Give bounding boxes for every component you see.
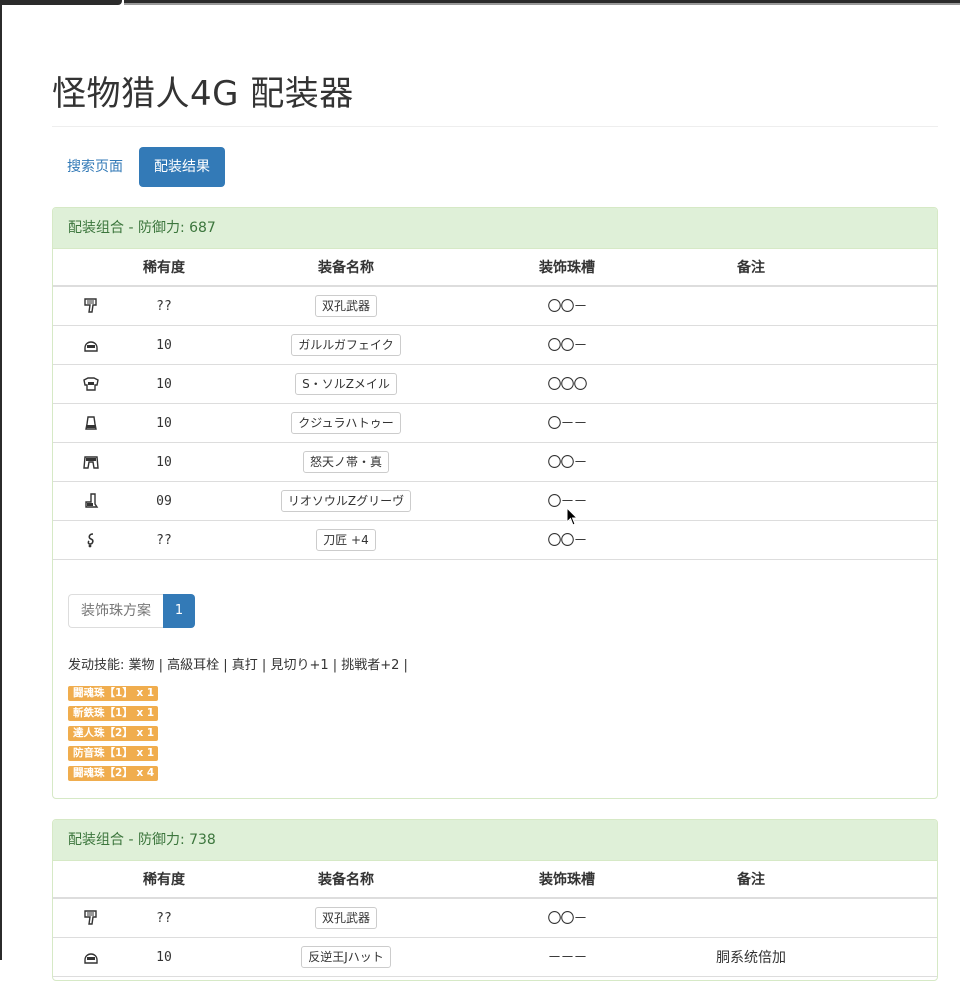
nav-search-page[interactable]: 搜索页面: [52, 147, 138, 187]
table-row: 10 S・ソルZメイル 〇〇〇: [53, 364, 937, 404]
table-row: ?? 双孔武器 〇〇－: [53, 286, 937, 326]
rarity-cell: ??: [129, 898, 199, 938]
header-icon: [53, 861, 129, 899]
legs-icon: [85, 493, 99, 508]
rarity-cell: 10: [129, 937, 199, 977]
rarity-cell: 09: [129, 481, 199, 521]
table-row: 09 リオソウルZグリーヴ 〇－－: [53, 481, 937, 521]
jewel-list: 闘魂珠【1】 x 1 斬鉄珠【1】 x 1 達人珠【2】 x 1 防音珠【1】 …: [68, 686, 158, 786]
window-title-shadow: [124, 3, 960, 5]
note-cell: [641, 364, 861, 404]
table-row: 10 クジュラハトゥー 〇－－: [53, 403, 937, 443]
header-slots: 装饰珠槽: [493, 861, 641, 899]
jewel-plan-label: 装饰珠方案: [68, 594, 163, 628]
helmet-icon: [84, 953, 98, 964]
slot-cell: 〇〇〇: [493, 364, 641, 404]
equipment-name-button[interactable]: 反逆王Jハット: [301, 946, 391, 968]
slot-cell: －－－: [493, 937, 641, 977]
jewel-badge: 斬鉄珠【1】 x 1: [68, 706, 158, 721]
table-row: ?? 刀匠 +4 〇〇－: [53, 520, 937, 560]
equipment-table: 稀有度 装备名称 装饰珠槽 备注 ?? 双孔武器 〇〇－: [53, 249, 937, 560]
jewel-badge: 防音珠【1】 x 1: [68, 746, 158, 761]
waist-icon: [83, 456, 99, 469]
note-cell: [641, 325, 861, 365]
equipment-name-button[interactable]: 刀匠 +4: [316, 529, 376, 551]
table-row: 10 怒天ノ帯・真 〇〇－: [53, 442, 937, 482]
jewel-badge: 闘魂珠【2】 x 4: [68, 766, 158, 781]
mouse-cursor-icon: [566, 507, 578, 526]
header-empty: [861, 249, 937, 287]
header-note: 备注: [641, 861, 861, 899]
note-cell: [641, 520, 861, 560]
weapon-icon: [84, 910, 97, 925]
note-cell: [641, 898, 861, 938]
slot-cell: 〇－－: [493, 403, 641, 443]
rarity-cell: ??: [129, 286, 199, 326]
rarity-cell: ??: [129, 520, 199, 560]
note-cell: 胴系统倍加: [641, 937, 861, 977]
window-top-border: [0, 0, 960, 6]
window-left-border: [0, 0, 2, 960]
window-tab-corner: [0, 0, 122, 5]
jewel-plan-page-1[interactable]: 1: [163, 594, 195, 628]
jewel-badge: 達人珠【2】 x 1: [68, 726, 158, 741]
equipment-name-button[interactable]: リオソウルZグリーヴ: [280, 490, 412, 512]
table-header-row: 稀有度 装备名称 装饰珠槽 备注: [53, 249, 937, 287]
header-note: 备注: [641, 249, 861, 287]
header-rarity: 稀有度: [129, 861, 199, 899]
panel-heading: 配装组合 - 防御力: 687: [53, 208, 937, 249]
panel-heading: 配装组合 - 防御力: 738: [53, 820, 937, 861]
result-panel-1: 配装组合 - 防御力: 687 稀有度 装备名称 装饰珠槽 备注 ?? 双孔武器: [52, 207, 938, 799]
note-cell: [641, 481, 861, 521]
table-header-row: 稀有度 装备名称 装饰珠槽 备注: [53, 861, 937, 899]
equipment-name-button[interactable]: 双孔武器: [314, 295, 377, 317]
talisman-icon: [87, 533, 94, 548]
note-cell: [641, 442, 861, 482]
equipment-name-button[interactable]: ガルルガフェイク: [291, 334, 401, 356]
table-row: 10 反逆王Jハット －－－ 胴系统倍加: [53, 937, 937, 977]
equipment-name-button[interactable]: S・ソルZメイル: [295, 373, 397, 395]
header-icon: [53, 249, 129, 287]
chest-icon: [83, 377, 99, 391]
jewel-badge: 闘魂珠【1】 x 1: [68, 686, 158, 701]
result-panel-2: 配装组合 - 防御力: 738 稀有度 装备名称 装饰珠槽 备注 ?? 双孔武器: [52, 819, 938, 981]
header-rarity: 稀有度: [129, 249, 199, 287]
note-cell: [641, 286, 861, 326]
header-empty: [861, 861, 937, 899]
slot-cell: 〇〇－: [493, 325, 641, 365]
table-row: ?? 双孔武器 〇〇－: [53, 898, 937, 938]
equipment-name-button[interactable]: 双孔武器: [314, 907, 377, 929]
weapon-icon: [84, 298, 97, 313]
title-divider: [52, 126, 938, 127]
page-title: 怪物猎人4G 配装器: [52, 74, 354, 114]
activated-skills: 发动技能: 業物 | 高級耳栓 | 真打 | 見切り+1 | 挑戦者+2 |: [68, 658, 408, 673]
arms-icon: [85, 416, 97, 430]
header-name: 装备名称: [199, 861, 493, 899]
equipment-name-button[interactable]: 怒天ノ帯・真: [302, 451, 389, 473]
note-cell: [641, 403, 861, 443]
table-row: 10 ガルルガフェイク 〇〇－: [53, 325, 937, 365]
slot-cell: 〇〇－: [493, 442, 641, 482]
rarity-cell: 10: [129, 364, 199, 404]
helmet-icon: [84, 341, 98, 352]
header-name: 装备名称: [199, 249, 493, 287]
rarity-cell: 10: [129, 442, 199, 482]
nav-result-page[interactable]: 配装结果: [139, 147, 225, 187]
rarity-cell: 10: [129, 403, 199, 443]
slot-cell: 〇〇－: [493, 286, 641, 326]
header-slots: 装饰珠槽: [493, 249, 641, 287]
rarity-cell: 10: [129, 325, 199, 365]
slot-cell: 〇〇－: [493, 898, 641, 938]
equipment-name-button[interactable]: クジュラハトゥー: [291, 412, 401, 434]
